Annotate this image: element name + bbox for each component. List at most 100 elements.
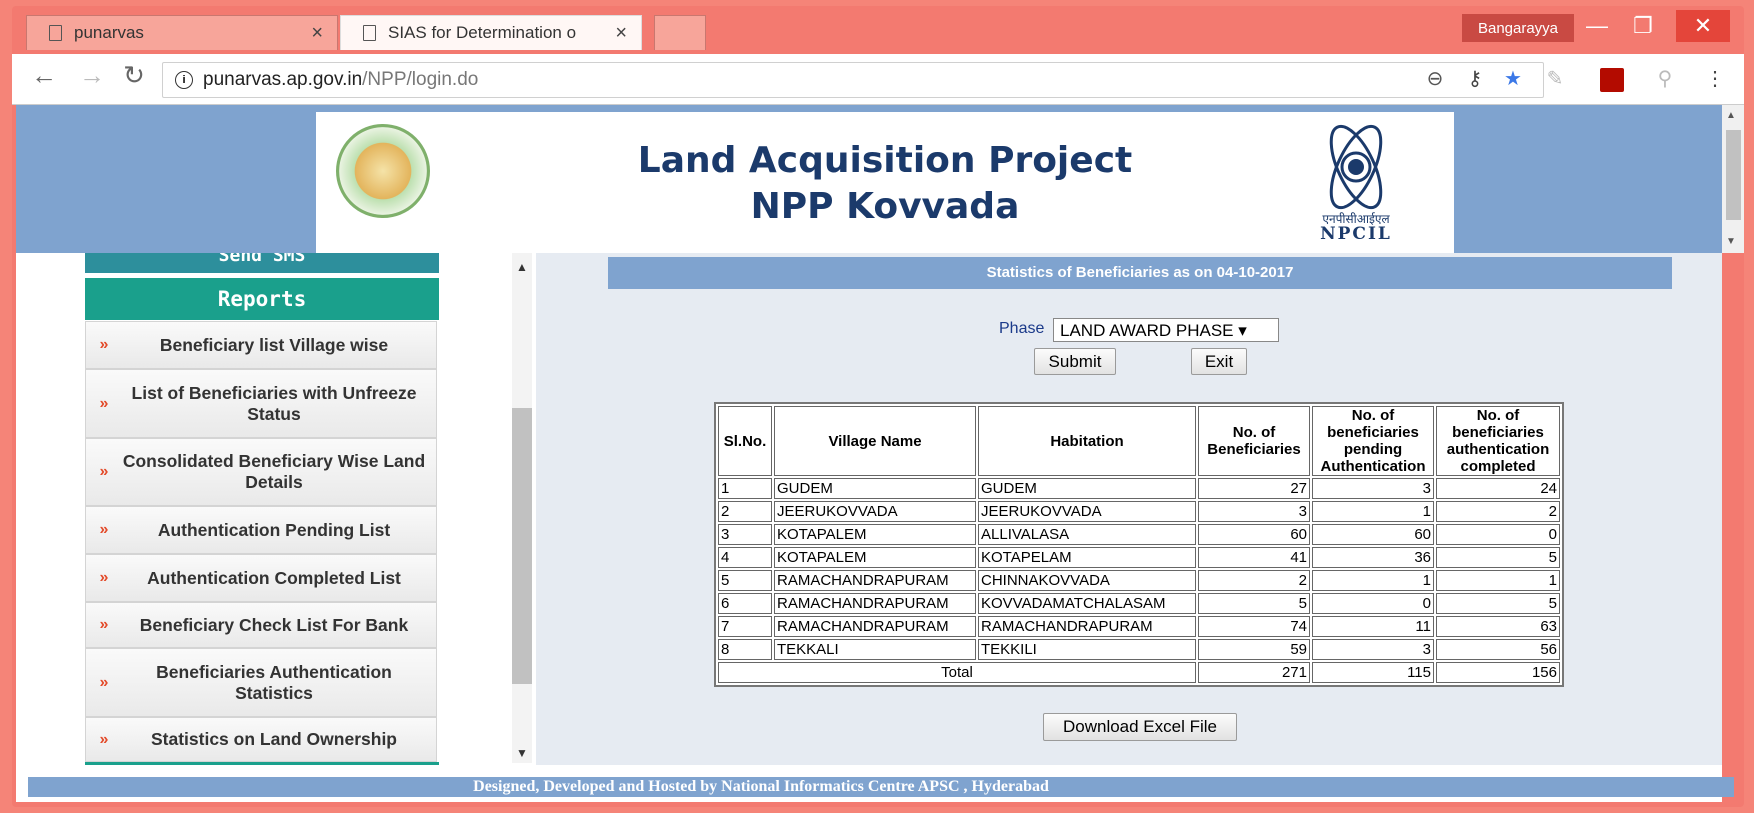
table-cell: KOTAPELAM [978, 547, 1196, 568]
browser-tab-sias[interactable]: SIAS for Determination o × [340, 15, 642, 50]
sidebar-item-auth-completed[interactable]: » Authentication Completed List [85, 554, 437, 602]
col-header-beneficiaries: No. of Beneficiaries [1198, 406, 1310, 476]
scroll-up-icon[interactable]: ▲ [516, 260, 528, 274]
sidebar-item-auth-pending[interactable]: » Authentication Pending List [85, 506, 437, 554]
sidebar-item-label: Authentication Pending List [157, 519, 391, 540]
pdf-extension-icon[interactable] [1600, 68, 1624, 92]
arrow-icon: » [99, 394, 109, 412]
table-cell: ALLIVALASA [978, 524, 1196, 545]
sidebar-item-label: Authentication Completed List [147, 567, 401, 588]
page-scrollbar-thumb[interactable] [1726, 130, 1741, 220]
exit-button[interactable]: Exit [1191, 348, 1247, 375]
address-bar[interactable]: i punarvas.ap.gov.in/NPP/login.do [162, 62, 1544, 98]
table-cell: 56 [1436, 639, 1560, 660]
scroll-down-icon[interactable]: ▼ [516, 746, 528, 760]
table-row: 8 TEKKALI TEKKILI 59 3 56 [718, 639, 1560, 660]
table-cell: 2 [718, 501, 772, 522]
url-path: /NPP/login.do [362, 69, 479, 90]
table-cell: 1 [718, 478, 772, 499]
col-header-pending: No. of beneficiaries pending Authenticat… [1312, 406, 1434, 476]
sidebar-item-label: Statistics on Land Ownership [150, 729, 397, 749]
sidebar-item-label: Beneficiary Check List For Bank [139, 614, 409, 635]
sidebar-item-auth-statistics[interactable]: » Beneficiaries Authentication Statistics [85, 648, 437, 717]
table-cell: 5 [1436, 547, 1560, 568]
sidebar-item-land-details[interactable]: » Consolidated Beneficiary Wise Land Deta… [85, 438, 437, 506]
scroll-down-icon[interactable]: ▼ [1726, 236, 1736, 247]
table-cell: 1 [1312, 570, 1434, 591]
page-icon [363, 25, 376, 41]
table-cell: 41 [1198, 547, 1310, 568]
sidebar-item-unfreeze-status[interactable]: » List of Beneficiaries with Unfreeze Sta… [85, 369, 437, 438]
table-row: 7 RAMACHANDRAPURAM RAMACHANDRAPURAM 74 11 63 [718, 616, 1560, 637]
profile-badge[interactable]: Bangarayya [1462, 14, 1574, 42]
table-cell: RAMACHANDRAPURAM [774, 616, 976, 637]
table-cell: TEKKILI [978, 639, 1196, 660]
statistics-table: Sl.No. Village Name Habitation No. of Be… [714, 402, 1564, 687]
total-cell: 115 [1312, 662, 1434, 683]
table-row: 5 RAMACHANDRAPURAM CHINNAKOVVADA 2 1 1 [718, 570, 1560, 591]
url-host: punarvas.ap.gov.in [203, 69, 363, 90]
sidebar-item-check-list-bank[interactable]: » Beneficiary Check List For Bank [85, 602, 437, 648]
col-header-slno: Sl.No. [718, 406, 772, 476]
table-cell: RAMACHANDRAPURAM [774, 570, 976, 591]
table-row: 6 RAMACHANDRAPURAM KOVVADAMATCHALASAM 5 0 5 [718, 593, 1560, 614]
extension-icon[interactable]: ✎ [1540, 66, 1570, 91]
reload-icon[interactable]: ↻ [118, 60, 150, 91]
phase-select[interactable]: LAND AWARD PHASE ▾ [1053, 318, 1279, 342]
info-icon[interactable]: i [175, 71, 193, 89]
table-cell: 63 [1436, 616, 1560, 637]
search-icon[interactable]: ⚲ [1650, 66, 1680, 91]
sidebar-send-sms[interactable]: Send SMS [85, 253, 439, 273]
table-row: 2 JEERUKOVVADA JEERUKOVVADA 3 1 2 [718, 501, 1560, 522]
table-cell: 6 [718, 593, 772, 614]
table-cell: 59 [1198, 639, 1310, 660]
close-tab-icon[interactable]: × [615, 22, 627, 45]
table-cell: 3 [1312, 478, 1434, 499]
browser-tab-punarvas[interactable]: punarvas × [26, 15, 338, 50]
table-cell: 8 [718, 639, 772, 660]
scroll-up-icon[interactable]: ▲ [1726, 110, 1736, 121]
table-body: 1 GUDEM GUDEM 27 3 24 2 JEERUKOVVADA JEERUKOVVAD… [718, 478, 1560, 683]
zoom-icon[interactable]: ⊖ [1420, 66, 1450, 91]
table-cell: 5 [1436, 593, 1560, 614]
star-icon[interactable]: ★ [1498, 66, 1528, 91]
arrow-icon: » [99, 616, 109, 633]
table-cell: TEKKALI [774, 639, 976, 660]
sidebar-item-land-ownership[interactable]: » Statistics on Land Ownership [85, 717, 437, 762]
restore-icon[interactable]: ❐ [1620, 10, 1666, 42]
table-cell: KOVVADAMATCHALASAM [978, 593, 1196, 614]
table-cell: 3 [718, 524, 772, 545]
total-label: Total [718, 662, 1196, 683]
table-cell: KOTAPALEM [774, 524, 976, 545]
total-cell: 156 [1436, 662, 1560, 683]
page-subtitle: NPP Kovvada [750, 186, 1020, 227]
sidebar-section-reports: Reports [85, 278, 439, 320]
table-cell: 4 [718, 547, 772, 568]
close-window-icon[interactable]: ✕ [1676, 10, 1730, 42]
download-excel-button[interactable]: Download Excel File [1043, 713, 1237, 741]
sidebar-item-label: List of Beneficiaries with Unfreeze Stat… [131, 382, 417, 424]
new-tab-button[interactable] [654, 15, 706, 50]
page-icon [49, 25, 62, 41]
arrow-icon: » [99, 336, 109, 353]
sidebar-item-beneficiary-list[interactable]: » Beneficiary list Village wise [85, 321, 437, 369]
sidebar-item-label: Consolidated Beneficiary Wise Land Detai… [122, 451, 426, 492]
table-header-row: Sl.No. Village Name Habitation No. of Be… [718, 406, 1560, 476]
back-icon[interactable]: ← [28, 60, 60, 91]
minimize-icon[interactable]: — [1574, 10, 1620, 42]
close-tab-icon[interactable]: × [311, 22, 323, 45]
table-cell: JEERUKOVVADA [978, 501, 1196, 522]
col-header-completed: No. of beneficiaries authentication comp… [1436, 406, 1560, 476]
frame-scrollbar-thumb[interactable] [512, 408, 532, 684]
key-icon[interactable]: ⚷ [1460, 66, 1490, 91]
submit-button[interactable]: Submit [1034, 348, 1116, 375]
phase-label: Phase [999, 320, 1045, 337]
table-row: 1 GUDEM GUDEM 27 3 24 [718, 478, 1560, 499]
total-cell: 271 [1198, 662, 1310, 683]
table-cell: 7 [718, 616, 772, 637]
menu-icon[interactable]: ⋮ [1700, 66, 1730, 91]
table-cell: 60 [1198, 524, 1310, 545]
table-cell: 2 [1436, 501, 1560, 522]
forward-icon[interactable]: → [76, 60, 108, 91]
table-cell: GUDEM [774, 478, 976, 499]
